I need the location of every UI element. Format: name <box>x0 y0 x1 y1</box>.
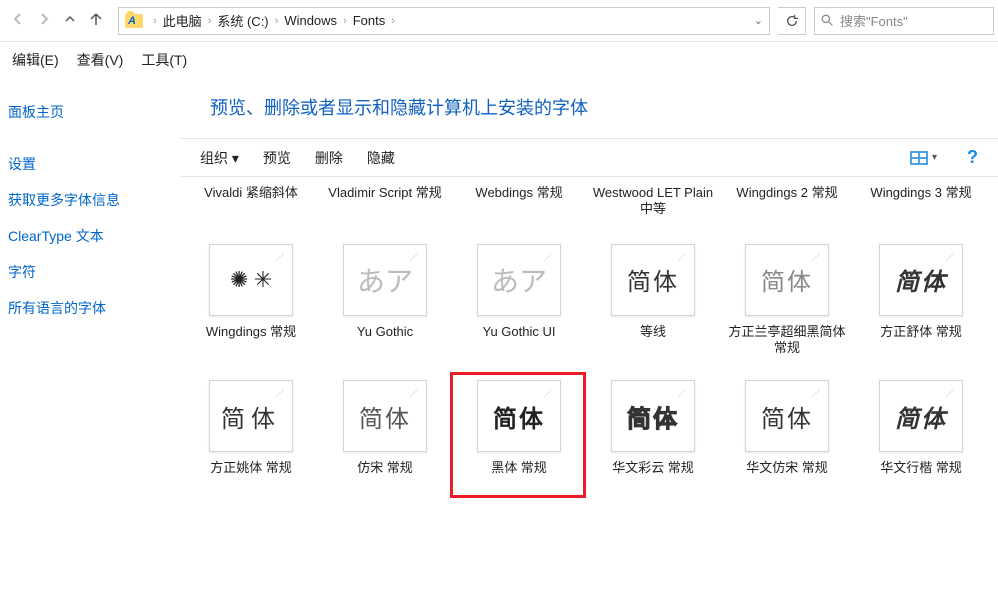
font-item[interactable]: 简体 华文行楷 常规 <box>856 376 986 496</box>
font-item[interactable]: あア Yu Gothic UI <box>454 240 584 360</box>
font-thumb: 简体 <box>477 380 561 452</box>
font-item[interactable]: Westwood LET Plain 中等 <box>588 137 718 222</box>
sidebar-home[interactable]: 面板主页 <box>4 94 180 130</box>
font-thumb: 简体 <box>209 380 293 452</box>
sidebar-settings[interactable]: 设置 <box>4 146 180 182</box>
font-item[interactable]: 简体 方正姚体 常规 <box>186 376 316 496</box>
font-item[interactable]: 简体 华文彩云 常规 <box>588 376 718 496</box>
font-thumb: 简体 <box>879 244 963 316</box>
menu-tools[interactable]: 工具(T) <box>141 50 187 70</box>
font-thumb: ✺ ✳ <box>209 244 293 316</box>
search-icon <box>821 14 834 27</box>
fonts-folder-icon: A <box>125 14 143 28</box>
breadcrumb-windows[interactable]: Windows <box>284 13 337 28</box>
font-thumb: 简体 <box>879 380 963 452</box>
menubar: 编辑(E) 查看(V) 工具(T) <box>0 42 998 76</box>
nav-up-icon[interactable] <box>88 11 104 30</box>
refresh-button[interactable] <box>778 7 806 35</box>
font-thumb: 简体 <box>745 244 829 316</box>
sidebar: 面板主页 设置 获取更多字体信息 ClearType 文本 字符 所有语言的字体 <box>0 76 180 614</box>
font-thumb: あア <box>343 244 427 316</box>
font-item[interactable]: Wingdings 2 常规 <box>722 137 852 221</box>
search-placeholder: 搜索"Fonts" <box>840 11 908 30</box>
font-item[interactable]: Webdings 常规 <box>454 137 584 221</box>
sidebar-chars[interactable]: 字符 <box>4 254 180 290</box>
font-item[interactable]: Vladimir Script 常规 <box>320 137 450 221</box>
font-item[interactable]: 简体 方正兰亭超细黑简体 常规 <box>722 240 852 361</box>
nav-back-icon[interactable] <box>10 11 26 30</box>
font-thumb: 简体 <box>745 380 829 452</box>
font-item-selected[interactable]: 简体 黑体 常规 <box>454 376 584 496</box>
font-item[interactable]: Vivaldi 紧缩斜体 <box>186 137 316 221</box>
font-item[interactable]: Wingdings 3 常规 <box>856 137 986 221</box>
sidebar-all-lang[interactable]: 所有语言的字体 <box>4 290 180 326</box>
font-thumb: あア <box>477 244 561 316</box>
menu-view[interactable]: 查看(V) <box>77 50 124 70</box>
font-item[interactable]: ✺ ✳ Wingdings 常规 <box>186 240 316 360</box>
address-bar[interactable]: A › 此电脑 › 系统 (C:) › Windows › Fonts › ⌄ <box>118 7 770 35</box>
breadcrumb-pc[interactable]: 此电脑 <box>163 11 202 30</box>
font-thumb: 简体 <box>611 380 695 452</box>
font-thumb: 简体 <box>343 380 427 452</box>
breadcrumb-fonts[interactable]: Fonts <box>353 13 386 28</box>
search-input[interactable]: 搜索"Fonts" <box>814 7 994 35</box>
sidebar-cleartype[interactable]: ClearType 文本 <box>4 218 180 254</box>
nav-recent-icon[interactable] <box>62 11 78 30</box>
nav-forward-icon[interactable] <box>36 11 52 30</box>
font-grid: Vivaldi 紧缩斜体 Vladimir Script 常规 Webdings… <box>180 131 998 234</box>
breadcrumb-c[interactable]: 系统 (C:) <box>217 11 268 30</box>
font-item[interactable]: あア Yu Gothic <box>320 240 450 360</box>
font-item[interactable]: 简体 仿宋 常规 <box>320 376 450 496</box>
font-item[interactable]: 简体 华文仿宋 常规 <box>722 376 852 496</box>
sidebar-more-fonts[interactable]: 获取更多字体信息 <box>4 182 180 218</box>
font-item[interactable]: 简体 等线 <box>588 240 718 360</box>
font-grid: ✺ ✳ Wingdings 常规 あア Yu Gothic あア Yu Goth… <box>180 234 998 509</box>
font-thumb: 简体 <box>611 244 695 316</box>
address-dropdown-icon[interactable]: ⌄ <box>754 14 763 27</box>
font-item[interactable]: 简体 方正舒体 常规 <box>856 240 986 360</box>
menu-edit[interactable]: 编辑(E) <box>12 50 59 70</box>
